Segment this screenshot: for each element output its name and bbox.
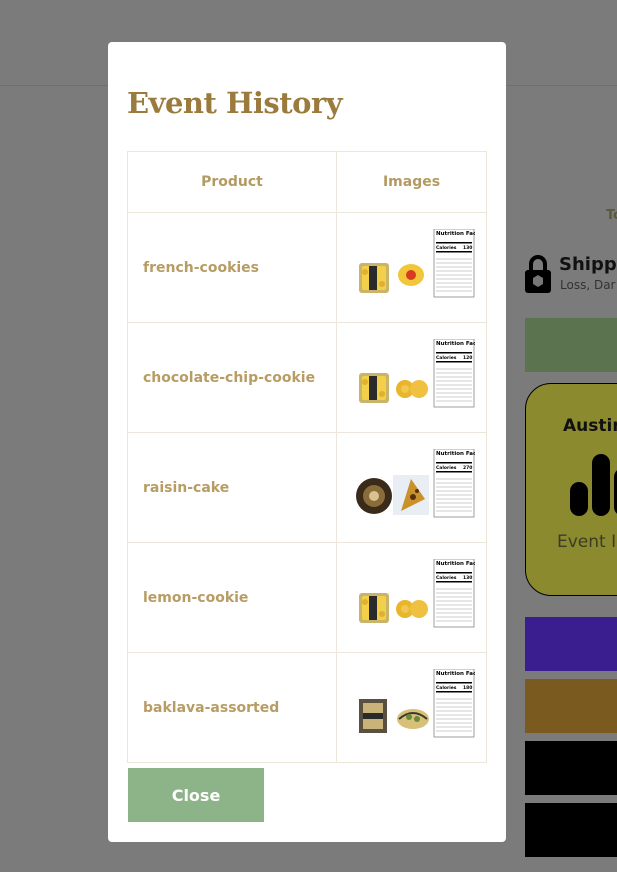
svg-text:Nutrition Facts: Nutrition Facts — [436, 231, 475, 237]
table-row: french-cookies Nutrition Facts Calories 130 — [127, 212, 487, 323]
svg-text:Nutrition Facts: Nutrition Facts — [436, 451, 475, 457]
product-package-image[interactable] — [356, 478, 392, 514]
svg-text:Calories: Calories — [436, 685, 457, 691]
product-name: french-cookies — [127, 212, 337, 323]
nutrition-facts-image[interactable]: Nutrition Facts Calories 270 — [433, 449, 475, 518]
table-row: baklava-assorted Nutrition Facts Calories 1… — [127, 652, 487, 763]
product-name: lemon-cookie — [127, 542, 337, 653]
product-image[interactable] — [396, 600, 428, 618]
background-button-gold[interactable] — [525, 679, 617, 733]
product-thumbnails: Nutrition Facts Calories 270 — [356, 449, 475, 518]
nutrition-facts-image[interactable]: Nutrition Facts Calories 130 — [433, 229, 475, 298]
svg-text:270: 270 — [463, 465, 472, 471]
table-row: lemon-cookie Nutrition Facts Calories 130 — [127, 542, 487, 653]
product-thumbnails: Nutrition Facts Calories 180 — [359, 669, 475, 738]
svg-text:Calories: Calories — [436, 355, 457, 361]
product-name: chocolate-chip-cookie — [127, 322, 337, 433]
svg-text:Nutrition Facts: Nutrition Facts — [436, 561, 475, 567]
product-image[interactable] — [393, 475, 429, 515]
product-package-image[interactable] — [359, 593, 389, 623]
card-subtitle: Event I — [557, 532, 617, 552]
svg-text:180: 180 — [463, 685, 472, 691]
nutrition-facts-image[interactable]: Nutrition Facts Calories 120 — [433, 339, 475, 408]
close-button[interactable]: Close — [128, 768, 264, 822]
background-button-purple[interactable] — [525, 617, 617, 671]
nutrition-facts-image[interactable]: Nutrition Facts Calories 180 — [433, 669, 475, 738]
product-image[interactable] — [398, 264, 424, 286]
product-image[interactable] — [397, 709, 429, 729]
column-header-product: Product — [127, 151, 337, 213]
product-package-image[interactable] — [359, 699, 387, 733]
product-package-image[interactable] — [359, 263, 389, 293]
table-row: raisin-cake Nutrition Facts Calories 270 — [127, 432, 487, 543]
product-images: Nutrition Facts Calories 130 — [336, 212, 487, 323]
shipping-subtitle: Loss, Dar — [560, 278, 616, 292]
svg-text:Nutrition Facts: Nutrition Facts — [436, 671, 475, 677]
svg-text:Nutrition Facts: Nutrition Facts — [436, 341, 475, 347]
product-images: Nutrition Facts Calories 180 — [336, 652, 487, 763]
background-button-black[interactable] — [525, 803, 617, 857]
lock-icon — [525, 255, 551, 293]
column-header-images: Images — [336, 151, 487, 213]
background-label: To — [606, 208, 617, 223]
product-images: Nutrition Facts Calories 120 — [336, 322, 487, 433]
product-images: Nutrition Facts Calories 130 — [336, 542, 487, 653]
product-thumbnails: Nutrition Facts Calories 120 — [359, 339, 475, 408]
table-header-row: Product Images — [127, 151, 487, 213]
background-button-black[interactable] — [525, 741, 617, 795]
svg-text:Calories: Calories — [436, 575, 457, 581]
nutrition-facts-image[interactable]: Nutrition Facts Calories 130 — [433, 559, 475, 628]
svg-text:Calories: Calories — [436, 245, 457, 251]
svg-text:130: 130 — [463, 575, 472, 581]
product-package-image[interactable] — [359, 373, 389, 403]
product-name: raisin-cake — [127, 432, 337, 543]
bar-chart-icon — [570, 454, 617, 516]
svg-text:Calories: Calories — [436, 465, 457, 471]
product-thumbnails: Nutrition Facts Calories 130 — [359, 559, 475, 628]
product-image[interactable] — [396, 380, 428, 398]
product-images: Nutrition Facts Calories 270 — [336, 432, 487, 543]
svg-text:130: 130 — [463, 245, 472, 251]
event-history-table: Product Images french-cookies Nutrition F… — [127, 151, 487, 763]
modal-title: Event History — [127, 86, 343, 120]
product-thumbnails: Nutrition Facts Calories 130 — [359, 229, 475, 298]
product-name: baklava-assorted — [127, 652, 337, 763]
background-button-green[interactable] — [525, 318, 617, 372]
shipping-title: Shipp — [559, 254, 617, 275]
card-title: Austin — [563, 416, 617, 436]
svg-text:120: 120 — [463, 355, 472, 361]
location-card[interactable]: Austin Event I — [525, 383, 617, 596]
event-history-modal: Event History Product Images french-cook… — [108, 42, 506, 842]
table-row: chocolate-chip-cookie Nutrition Facts Calo… — [127, 322, 487, 433]
